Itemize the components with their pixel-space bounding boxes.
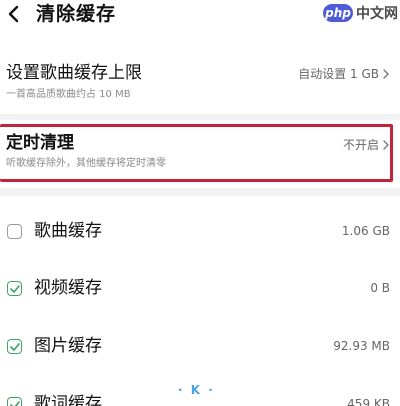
- check-icon: [9, 400, 20, 406]
- cache-item-label: 歌曲缓存: [34, 221, 102, 241]
- header-bar: 清除缓存 php 中文网: [0, 0, 400, 34]
- clear-cache-screen: 清除缓存 php 中文网 设置歌曲缓存上限 一首高品质歌曲约占 10 MB 自动…: [0, 0, 400, 406]
- checkbox-checked[interactable]: [7, 339, 22, 354]
- cache-item-videos[interactable]: 视频缓存 0 B: [0, 270, 400, 310]
- chevron-right-icon: [383, 140, 389, 150]
- timed-clean-value: 不开启: [343, 137, 390, 153]
- timed-clean-row[interactable]: 定时清理 听歌缓存除外，其他缓存将定时清零 不开启: [0, 126, 400, 182]
- check-icon: [9, 284, 20, 293]
- cache-item-label: 歌词缓存: [34, 394, 102, 406]
- cache-item-size: 1.06 GB: [341, 224, 390, 238]
- cache-item-size: 92.93 MB: [333, 339, 390, 353]
- cache-limit-row[interactable]: 设置歌曲缓存上限 一首高品质歌曲约占 10 MB 自动设置 1 GB: [0, 56, 400, 108]
- checkbox-checked[interactable]: [7, 397, 22, 406]
- section-divider: [0, 114, 400, 120]
- cache-item-images[interactable]: 图片缓存 92.93 MB: [0, 328, 400, 368]
- cache-limit-value-text: 自动设置 1 GB: [298, 67, 379, 81]
- timed-clean-value-text: 不开启: [342, 138, 379, 152]
- watermark-fragment: · K ·: [178, 383, 215, 397]
- cache-limit-subtitle: 一首高品质歌曲约占 10 MB: [6, 89, 131, 100]
- checkbox-checked[interactable]: [7, 281, 22, 296]
- watermark-text: 中文网: [356, 6, 398, 22]
- page-title: 清除缓存: [36, 3, 117, 25]
- cache-item-size: 0 B: [370, 281, 390, 295]
- back-button[interactable]: [2, 3, 24, 25]
- chevron-left-icon: [8, 5, 19, 23]
- cache-limit-title: 设置歌曲缓存上限: [6, 63, 142, 83]
- cache-item-label: 视频缓存: [34, 278, 102, 298]
- checkbox-unchecked[interactable]: [7, 224, 22, 239]
- cache-item-songs[interactable]: 歌曲缓存 1.06 GB: [0, 213, 400, 253]
- watermark: php 中文网: [323, 2, 398, 24]
- timed-clean-title: 定时清理: [6, 133, 74, 153]
- section-divider: [0, 188, 400, 196]
- cache-item-size: 459 KB: [347, 397, 390, 406]
- watermark-logo: php: [323, 4, 353, 22]
- check-icon: [9, 342, 20, 351]
- timed-clean-subtitle: 听歌缓存除外，其他缓存将定时清零: [6, 158, 166, 169]
- cache-limit-value: 自动设置 1 GB: [298, 66, 390, 82]
- chevron-right-icon: [383, 69, 389, 79]
- cache-item-label: 图片缓存: [34, 336, 102, 356]
